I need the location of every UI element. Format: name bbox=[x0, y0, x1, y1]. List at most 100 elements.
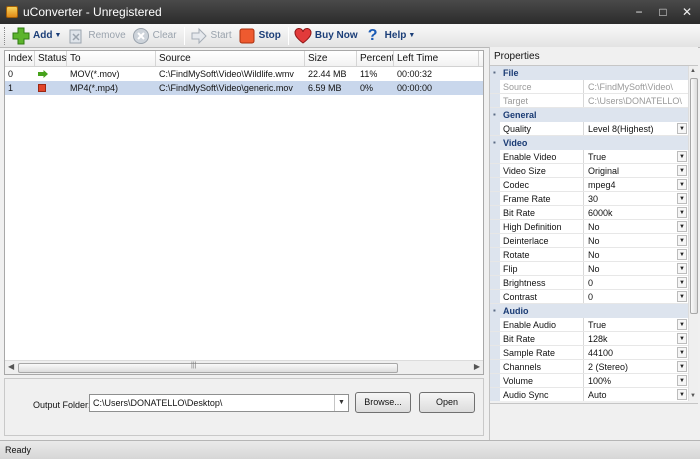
chevron-down-icon[interactable]: ▼ bbox=[677, 277, 687, 288]
property-value-text: True bbox=[588, 152, 607, 162]
property-value-text: 30 bbox=[588, 194, 599, 204]
property-value-text: 0 bbox=[588, 292, 594, 302]
remove-button[interactable]: Remove bbox=[65, 25, 129, 47]
title-bar: uConverter - Unregistered − □ ✕ bbox=[0, 0, 700, 24]
column-header-size[interactable]: Size bbox=[305, 51, 357, 66]
property-row[interactable]: Flip No ▼ bbox=[490, 262, 688, 276]
chevron-down-icon[interactable]: ▼ bbox=[677, 375, 687, 386]
maximize-button[interactable]: □ bbox=[656, 5, 670, 19]
category-file[interactable]: File bbox=[490, 66, 688, 80]
chevron-down-icon[interactable]: ▼ bbox=[677, 389, 687, 400]
property-name: Brightness bbox=[490, 276, 584, 289]
add-button[interactable]: Add ▼ bbox=[10, 25, 65, 47]
property-value: Level 8(Highest) ▼ bbox=[584, 122, 688, 135]
property-row[interactable]: Contrast 0 ▼ bbox=[490, 290, 688, 304]
minimize-button[interactable]: − bbox=[632, 5, 646, 19]
buy-now-button[interactable]: Buy Now bbox=[292, 25, 362, 47]
property-row[interactable]: Quality Level 8(Highest) ▼ bbox=[490, 122, 688, 136]
horizontal-scrollbar[interactable]: ◀ ||| ▶ bbox=[5, 360, 483, 374]
list-row[interactable]: 1 MP4(*.mp4) C:\FindMySoft\Video\generic… bbox=[5, 81, 483, 95]
category-video[interactable]: Video bbox=[490, 136, 688, 150]
chevron-down-icon[interactable]: ▼ bbox=[677, 221, 687, 232]
property-value: 128k ▼ bbox=[584, 332, 688, 345]
output-panel: Output Folder: C:\Users\DONATELLO\Deskto… bbox=[4, 378, 484, 436]
close-button[interactable]: ✕ bbox=[680, 5, 694, 19]
start-button[interactable]: Start bbox=[188, 25, 236, 47]
property-name: Volume bbox=[490, 374, 584, 387]
cell-status bbox=[35, 81, 67, 95]
properties-panel: Properties File Source C:\FindMySoft\Vid… bbox=[489, 47, 698, 440]
column-header-status[interactable]: Status bbox=[35, 51, 67, 66]
column-header-source[interactable]: Source bbox=[156, 51, 305, 66]
category-audio[interactable]: Audio bbox=[490, 304, 688, 318]
property-name: Flip bbox=[490, 262, 584, 275]
property-row[interactable]: Enable Audio True ▼ bbox=[490, 318, 688, 332]
column-header-to[interactable]: To bbox=[67, 51, 156, 66]
property-value: 0 ▼ bbox=[584, 290, 688, 303]
chevron-down-icon[interactable]: ▼ bbox=[677, 347, 687, 358]
chevron-down-icon[interactable]: ▼ bbox=[334, 395, 348, 411]
chevron-down-icon[interactable]: ▼ bbox=[677, 207, 687, 218]
property-value: 6000k ▼ bbox=[584, 206, 688, 219]
property-value-text: Auto bbox=[588, 390, 607, 400]
chevron-down-icon[interactable]: ▼ bbox=[677, 165, 687, 176]
property-row[interactable]: Source C:\FindMySoft\Video\ bbox=[490, 80, 688, 94]
stopped-icon bbox=[38, 84, 46, 92]
file-list[interactable]: Index Status To Source Size Percent Left… bbox=[4, 50, 484, 375]
property-row[interactable]: Bit Rate 6000k ▼ bbox=[490, 206, 688, 220]
property-row[interactable]: Volume 100% ▼ bbox=[490, 374, 688, 388]
property-name: Video Size bbox=[490, 164, 584, 177]
property-name: Codec bbox=[490, 178, 584, 191]
cell-to: MP4(*.mp4) bbox=[70, 83, 119, 93]
property-row[interactable]: Deinterlace No ▼ bbox=[490, 234, 688, 248]
chevron-down-icon[interactable]: ▼ bbox=[677, 235, 687, 246]
chevron-down-icon[interactable]: ▼ bbox=[677, 193, 687, 204]
toolbar: Add ▼ Remove Clear Start Stop Buy Now ? … bbox=[0, 24, 700, 48]
buy-now-label: Buy Now bbox=[314, 30, 358, 41]
property-row[interactable]: Bit Rate 128k ▼ bbox=[490, 332, 688, 346]
property-row[interactable]: Video Size Original ▼ bbox=[490, 164, 688, 178]
chevron-down-icon[interactable]: ▼ bbox=[677, 319, 687, 330]
chevron-down-icon[interactable]: ▼ bbox=[677, 361, 687, 372]
property-row[interactable]: Rotate No ▼ bbox=[490, 248, 688, 262]
scrollbar-thumb[interactable] bbox=[690, 78, 698, 314]
property-value: 0 ▼ bbox=[584, 276, 688, 289]
property-row[interactable]: Frame Rate 30 ▼ bbox=[490, 192, 688, 206]
list-row[interactable]: 0 MOV(*.mov) C:\FindMySoft\Video\Wildlif… bbox=[5, 67, 483, 81]
property-row[interactable]: Audio Sync Auto ▼ bbox=[490, 388, 688, 401]
property-row[interactable]: Brightness 0 ▼ bbox=[490, 276, 688, 290]
help-button[interactable]: ? Help ▼ bbox=[362, 25, 420, 47]
stop-button[interactable]: Stop bbox=[236, 25, 285, 47]
chevron-down-icon[interactable]: ▼ bbox=[677, 333, 687, 344]
column-header-index[interactable]: Index bbox=[5, 51, 35, 66]
vertical-scrollbar[interactable]: ▲ ▼ bbox=[688, 66, 698, 401]
scrollbar-thumb[interactable] bbox=[18, 363, 398, 373]
chevron-down-icon[interactable]: ▼ bbox=[677, 151, 687, 162]
open-button[interactable]: Open bbox=[419, 392, 475, 413]
property-row[interactable]: Enable Video True ▼ bbox=[490, 150, 688, 164]
chevron-down-icon[interactable]: ▼ bbox=[677, 263, 687, 274]
scroll-up-icon[interactable]: ▲ bbox=[690, 68, 696, 74]
chevron-down-icon[interactable]: ▼ bbox=[677, 249, 687, 260]
output-folder-combo[interactable]: C:\Users\DONATELLO\Desktop\ ▼ bbox=[89, 394, 349, 412]
property-grid[interactable]: File Source C:\FindMySoft\Video\ Target … bbox=[490, 66, 688, 401]
chevron-down-icon[interactable]: ▼ bbox=[677, 179, 687, 190]
category-general[interactable]: General bbox=[490, 108, 688, 122]
chevron-down-icon[interactable]: ▼ bbox=[677, 123, 687, 134]
scroll-left-icon[interactable]: ◀ bbox=[8, 362, 14, 371]
column-header-percent[interactable]: Percent bbox=[357, 51, 394, 66]
property-row[interactable]: Channels 2 (Stereo) ▼ bbox=[490, 360, 688, 374]
property-value: No ▼ bbox=[584, 262, 688, 275]
property-value-text: No bbox=[588, 250, 600, 260]
chevron-down-icon[interactable]: ▼ bbox=[677, 291, 687, 302]
property-row[interactable]: Target C:\Users\DONATELLO\ bbox=[490, 94, 688, 108]
app-icon bbox=[6, 6, 18, 18]
property-row[interactable]: Codec mpeg4 ▼ bbox=[490, 178, 688, 192]
scroll-right-icon[interactable]: ▶ bbox=[474, 362, 480, 371]
clear-button[interactable]: Clear bbox=[130, 25, 181, 47]
scroll-down-icon[interactable]: ▼ bbox=[690, 393, 696, 399]
column-header-left-time[interactable]: Left Time bbox=[394, 51, 479, 66]
property-row[interactable]: High Definition No ▼ bbox=[490, 220, 688, 234]
property-row[interactable]: Sample Rate 44100 ▼ bbox=[490, 346, 688, 360]
browse-button[interactable]: Browse... bbox=[355, 392, 411, 413]
